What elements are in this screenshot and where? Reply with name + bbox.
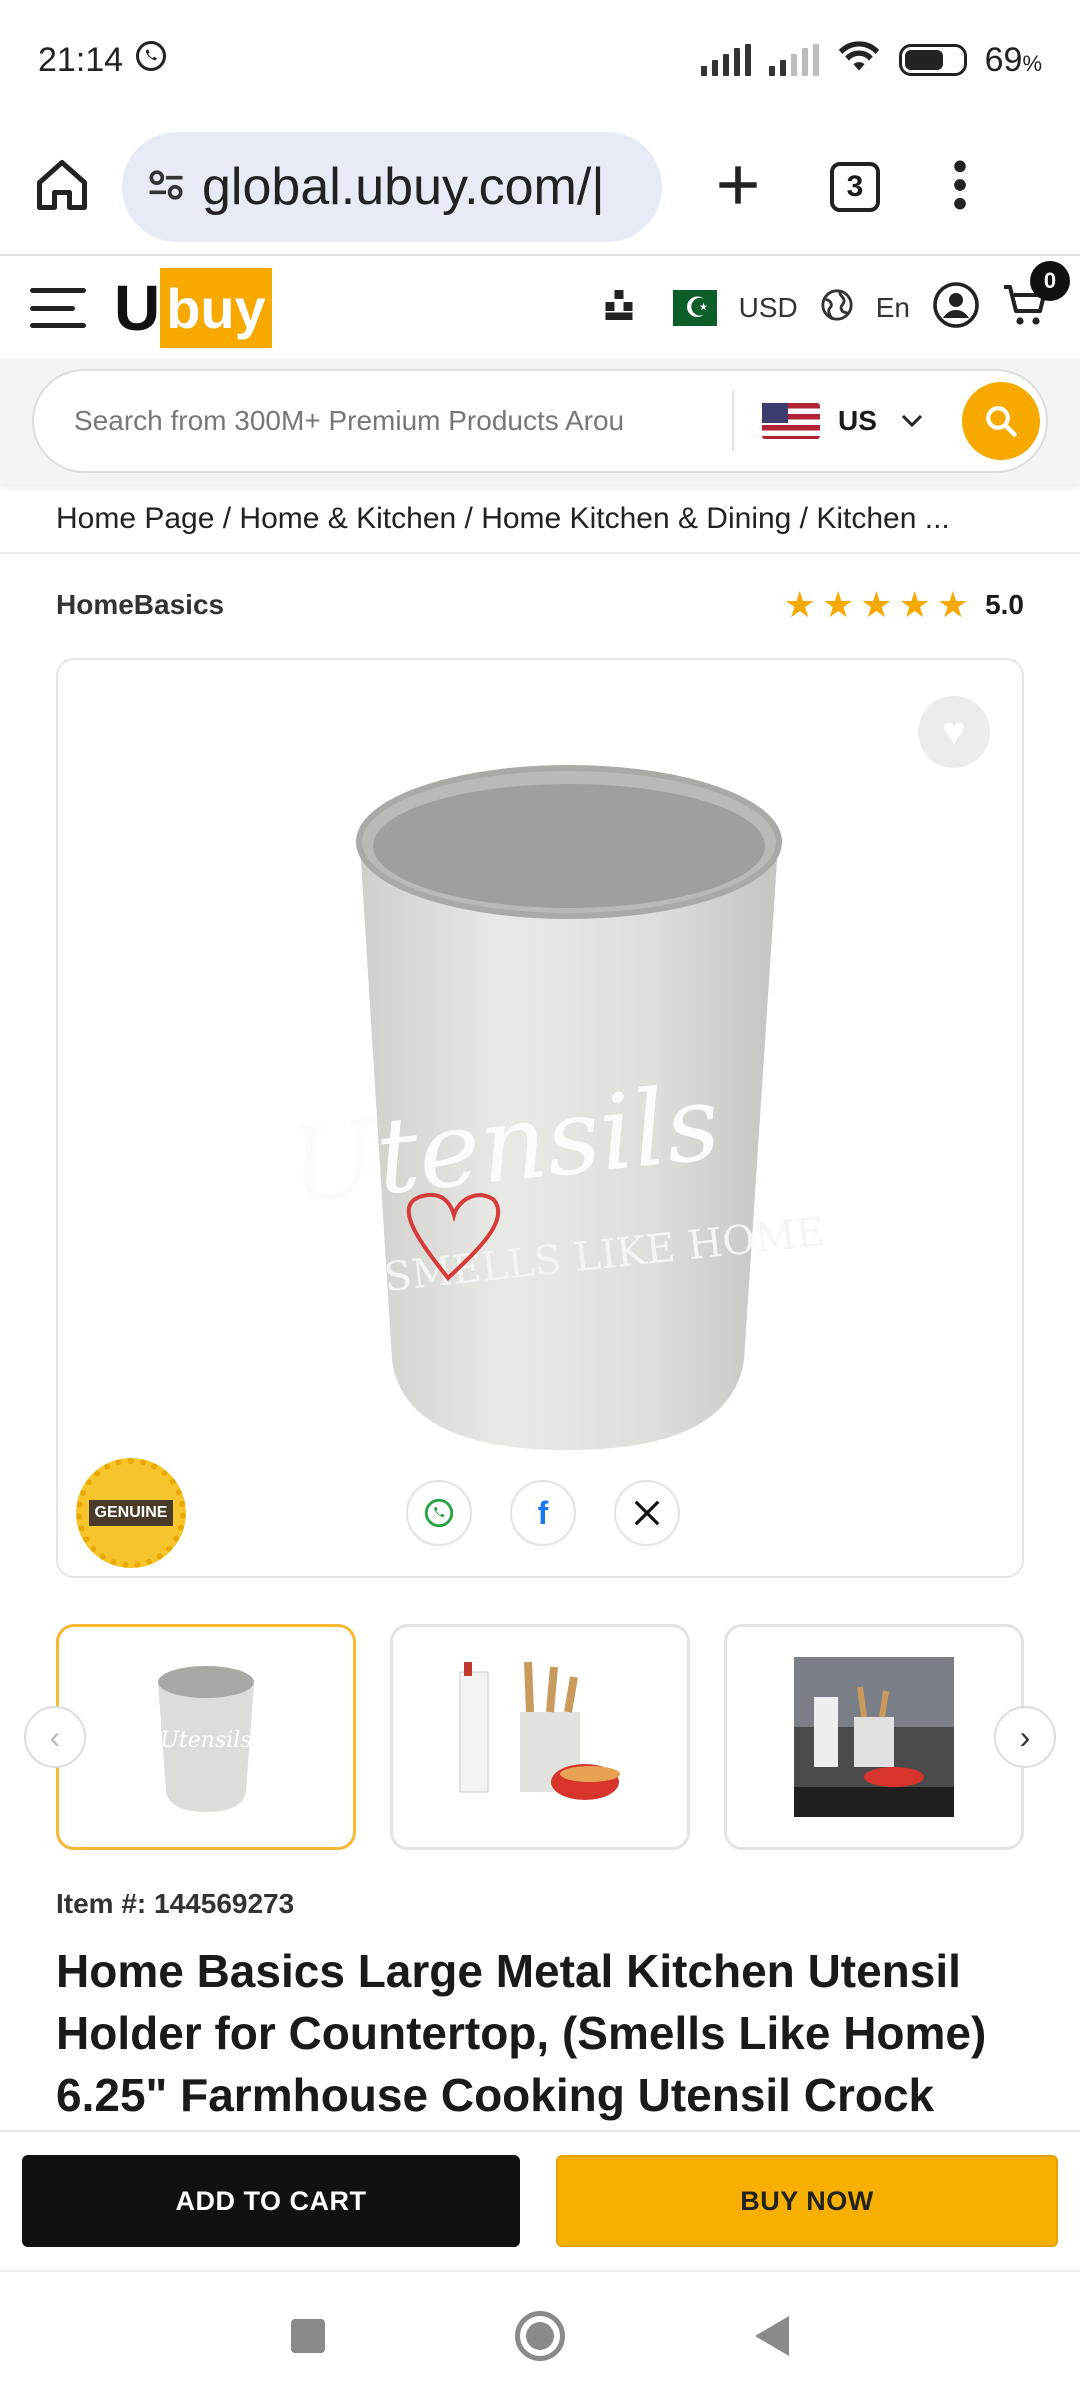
thumbnail-strip: Utensils <box>56 1624 1024 1850</box>
store-icon[interactable] <box>601 287 637 330</box>
battery-icon <box>898 44 967 76</box>
search-input[interactable]: Search from 300M+ Premium Products Arou <box>74 405 714 437</box>
divider <box>0 552 1080 554</box>
battery-unit: % <box>1022 50 1042 76</box>
status-bar: 21:14 69% <box>0 0 1080 120</box>
breadcrumb[interactable]: Home Page / Home & Kitchen / Home Kitche… <box>56 494 1036 544</box>
thumbnail-3[interactable] <box>724 1624 1024 1850</box>
thumbnail-next-button[interactable]: › <box>994 1706 1056 1768</box>
buy-now-button[interactable]: BUY NOW <box>556 2155 1058 2247</box>
battery-percent: 69 <box>984 40 1023 79</box>
wishlist-heart-icon[interactable]: ♥ <box>918 696 990 768</box>
cart-button[interactable]: 0 <box>1002 260 1070 336</box>
rating[interactable]: ★ ★ ★ ★ ★ 5.0 <box>784 587 1024 623</box>
ubuy-logo[interactable]: Ubuy <box>114 268 272 348</box>
whatsapp-icon <box>133 38 169 83</box>
recents-icon[interactable] <box>291 2319 325 2353</box>
brand-link[interactable]: HomeBasics <box>56 589 224 621</box>
browser-toolbar: global.ubuy.com/| 3 <box>0 120 1080 256</box>
site-settings-icon[interactable] <box>144 163 188 212</box>
rating-value: 5.0 <box>985 589 1024 620</box>
cart-count-badge: 0 <box>1030 260 1070 301</box>
search-button[interactable] <box>962 382 1040 460</box>
us-flag-icon[interactable] <box>762 403 820 439</box>
new-tab-icon[interactable] <box>710 157 766 218</box>
share-buttons: f <box>406 1480 680 1546</box>
star-icon: ★ <box>898 584 931 625</box>
pakistan-flag-icon[interactable] <box>658 290 717 326</box>
genuine-badge: GENUINE <box>76 1458 186 1568</box>
facebook-share-icon[interactable]: f <box>510 1480 576 1546</box>
tab-switcher-button[interactable]: 3 <box>830 162 880 212</box>
thumbnail-1[interactable]: Utensils <box>56 1624 356 1850</box>
signal-icon <box>700 44 751 76</box>
country-selector[interactable]: US <box>838 405 877 437</box>
home-icon[interactable] <box>32 155 92 220</box>
star-icon: ★ <box>936 584 970 625</box>
add-to-cart-button[interactable]: ADD TO CART <box>22 2155 520 2247</box>
star-icon: ★ <box>860 584 893 625</box>
whatsapp-share-icon[interactable] <box>406 1480 472 1546</box>
status-time: 21:14 <box>38 40 124 79</box>
star-icon: ★ <box>821 584 855 625</box>
chevron-down-icon[interactable] <box>901 407 923 435</box>
thumbnail-prev-button[interactable]: ‹ <box>24 1706 86 1768</box>
language-selector[interactable]: En <box>876 292 910 324</box>
address-bar[interactable]: global.ubuy.com/| <box>122 132 662 242</box>
site-header: Ubuy USD En 0 <box>0 258 1080 358</box>
item-number: Item #: 144569273 <box>56 1888 295 1919</box>
system-nav-bar <box>0 2270 1080 2400</box>
back-icon[interactable] <box>755 2316 789 2356</box>
wifi-icon <box>837 39 881 82</box>
x-share-icon[interactable] <box>614 1480 680 1546</box>
purchase-action-bar: ADD TO CART BUY NOW <box>0 2130 1080 2270</box>
search-bar: Search from 300M+ Premium Products Arou … <box>0 358 1080 484</box>
currency-selector[interactable]: USD <box>739 292 798 324</box>
home-nav-icon[interactable] <box>515 2311 565 2361</box>
brand-rating-row: HomeBasics ★ ★ ★ ★ ★ 5.0 <box>56 580 1024 630</box>
svg-text:Utensils: Utensils <box>160 1728 251 1753</box>
thumbnail-2[interactable] <box>390 1624 690 1850</box>
overflow-menu-icon[interactable] <box>950 157 970 218</box>
search-box: Search from 300M+ Premium Products Arou … <box>32 369 1048 473</box>
product-title: Home Basics Large Metal Kitchen Utensil … <box>56 1945 987 2121</box>
url-text[interactable]: global.ubuy.com/| <box>202 157 605 217</box>
account-icon[interactable] <box>932 281 980 336</box>
product-image-card[interactable]: Utensils SMELLS LIKE HOME ♥ GENUINE f <box>56 658 1024 1578</box>
search-divider <box>732 391 734 451</box>
product-image: Utensils SMELLS LIKE HOME <box>283 765 827 1450</box>
globe-icon[interactable] <box>820 288 854 329</box>
menu-icon[interactable] <box>30 288 86 328</box>
star-icon: ★ <box>783 584 816 625</box>
signal-secondary-icon <box>768 44 819 76</box>
